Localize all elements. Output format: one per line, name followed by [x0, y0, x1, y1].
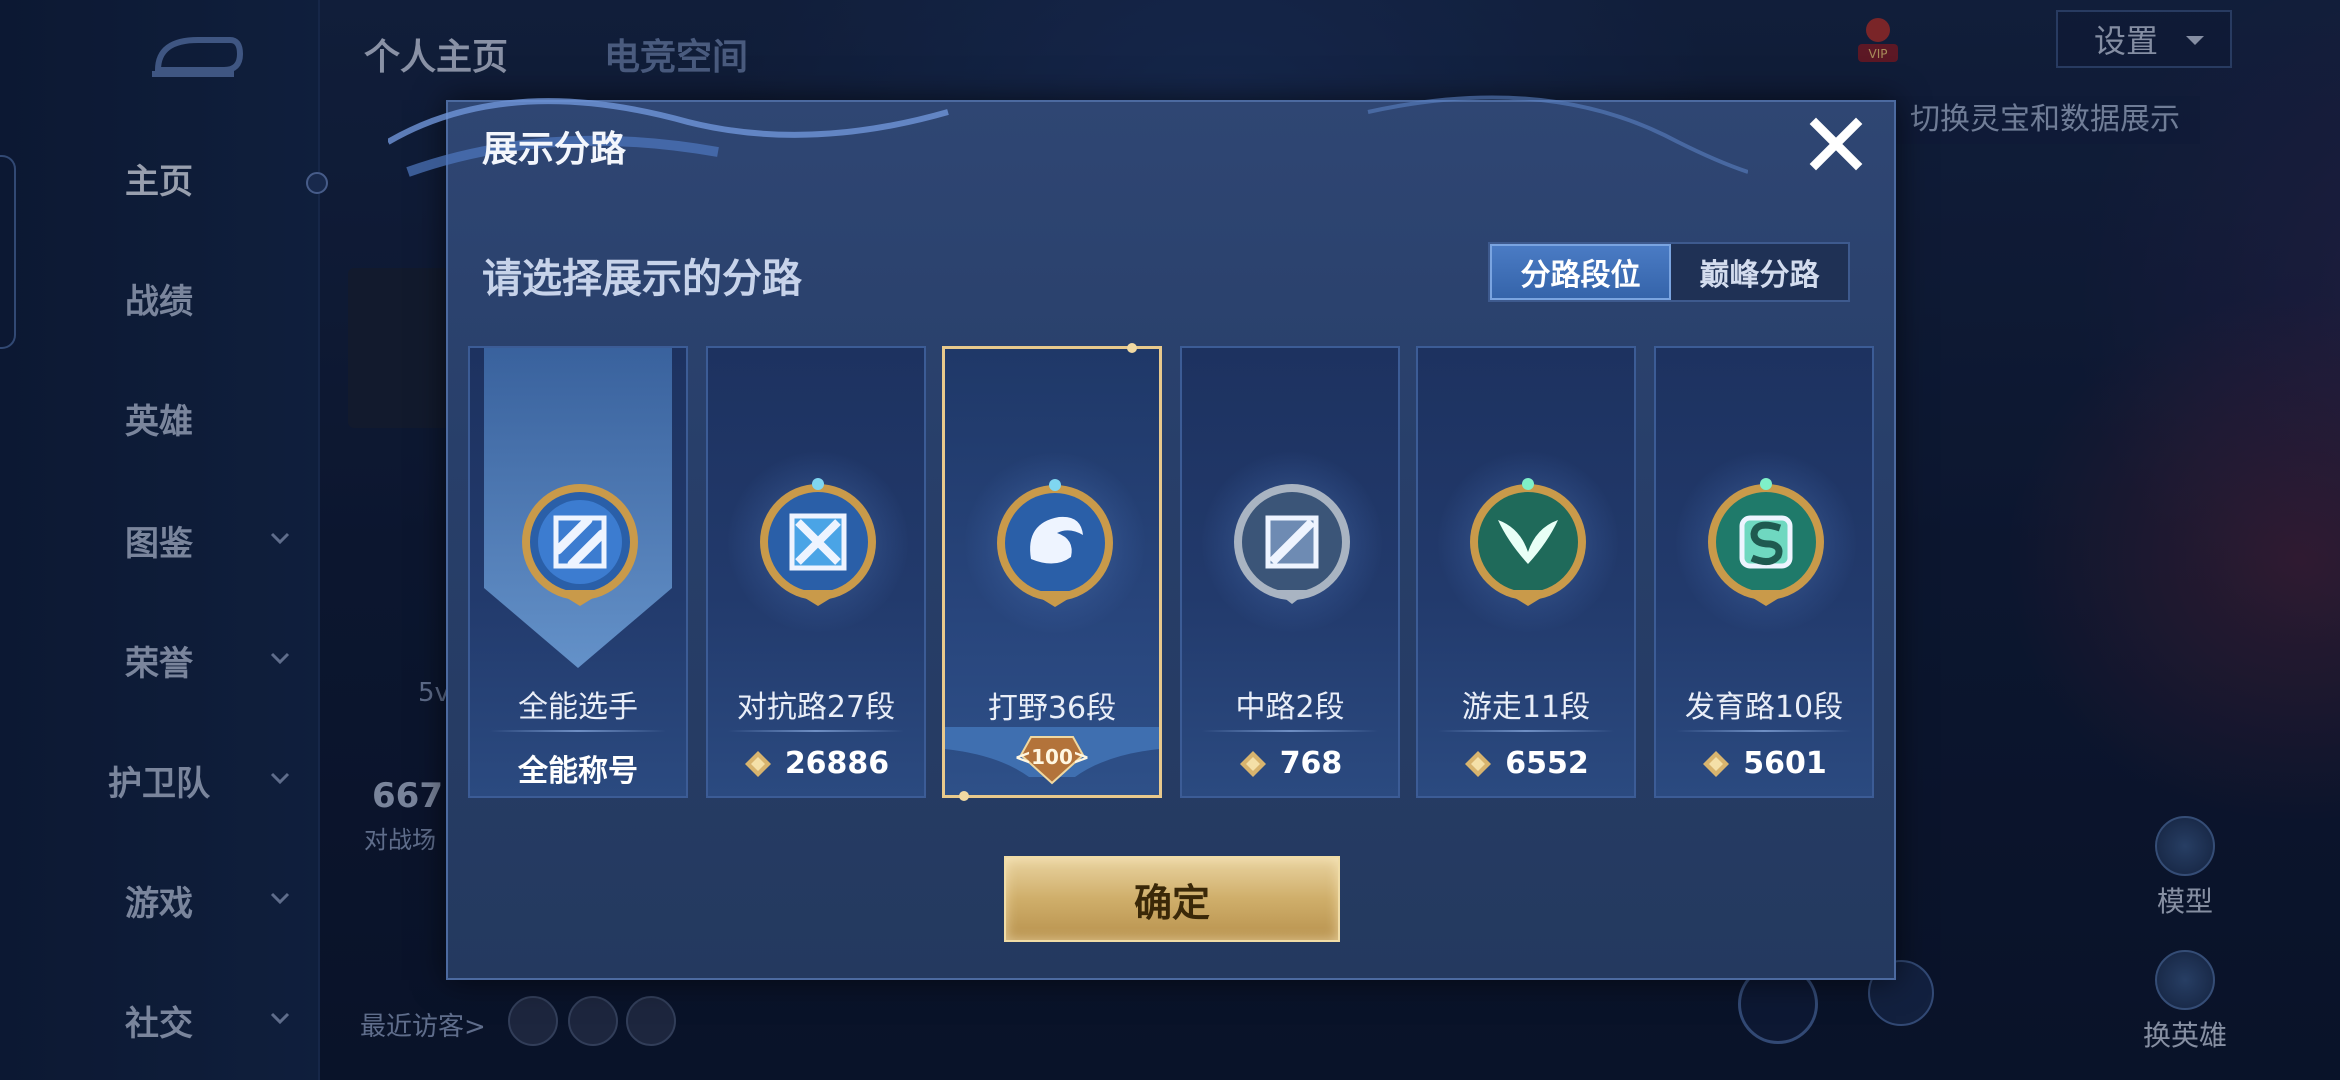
power-points-icon [1465, 750, 1492, 777]
lane-card-all-round[interactable]: 全能选手 全能称号 [468, 346, 688, 798]
confirm-button[interactable]: 确定 [1004, 856, 1340, 942]
clash-lane-emblem-icon [760, 478, 876, 606]
corner-ornament [1127, 343, 1137, 353]
display-mode-toggle: 分路段位 巅峰分路 [1488, 242, 1850, 302]
lane-name: 中路2段 [1235, 690, 1345, 725]
tab-lane-rank[interactable]: 分路段位 [1490, 244, 1671, 300]
lane-name: 发育路10段 [1684, 690, 1844, 725]
tab-peak-lane[interactable]: 巅峰分路 [1671, 244, 1848, 300]
lane-name: 游走11段 [1461, 690, 1591, 725]
farm-lane-emblem-icon [1708, 478, 1824, 606]
lane-name: 全能选手 [518, 690, 638, 725]
divider [1438, 730, 1614, 732]
lane-score: 6552 [1418, 746, 1634, 781]
roam-emblem-icon [1470, 478, 1586, 606]
lane-card-jungle[interactable]: 打野36段 <100> [942, 343, 1162, 801]
rank-level-value: <100> [1014, 745, 1090, 769]
lane-score: 768 [1182, 746, 1398, 781]
title-text: 全能称号 [518, 754, 638, 789]
power-points-icon [1703, 750, 1730, 777]
all-round-emblem-icon [522, 484, 638, 606]
lane-card-clash[interactable]: 对抗路27段 26886 [706, 346, 926, 798]
display-lane-dialog: 展示分路 请选择展示的分路 分路段位 巅峰分路 全能选手 全能称号 对抗路27段… [388, 95, 1896, 980]
lane-card-farm[interactable]: 发育路10段 5601 [1654, 346, 1874, 798]
lane-score: 26886 [708, 746, 924, 781]
close-icon[interactable] [1808, 116, 1864, 172]
lane-card-mid[interactable]: 中路2段 768 [1180, 346, 1400, 798]
divider [1676, 730, 1852, 732]
power-points-value: 5601 [1743, 746, 1827, 781]
power-points-value: 768 [1279, 746, 1343, 781]
power-points-value: 26886 [784, 746, 890, 781]
divider [490, 730, 666, 732]
lane-name: 对抗路27段 [736, 690, 896, 725]
dialog-title: 展示分路 [482, 129, 627, 170]
lane-card-roam[interactable]: 游走11段 6552 [1416, 346, 1636, 798]
power-points-icon [744, 750, 771, 777]
lane-score: 5601 [1656, 746, 1872, 781]
dialog-subtitle: 请选择展示的分路 [482, 256, 802, 302]
divider [1202, 730, 1378, 732]
lane-score: 全能称号 [470, 746, 686, 790]
power-points-icon [1239, 750, 1266, 777]
power-points-value: 6552 [1505, 746, 1589, 781]
mid-lane-emblem-icon [1234, 484, 1350, 604]
jungle-emblem-icon [997, 479, 1113, 607]
lane-name: 打野36段 [987, 691, 1117, 726]
divider [728, 730, 904, 732]
